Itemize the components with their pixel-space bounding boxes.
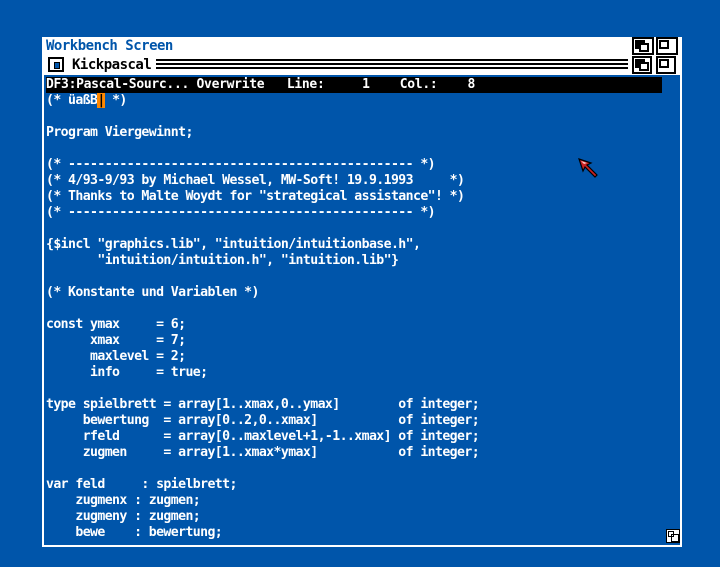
code-line: (* üaßB| *) <box>46 93 676 109</box>
code-line: rfeld = array[0..maxlevel+1,-1..xmax] of… <box>46 429 480 444</box>
window-title: Kickpascal <box>70 56 154 74</box>
code-line: zugmenx : zugmen; <box>46 493 201 508</box>
close-icon[interactable] <box>48 57 64 72</box>
editor-status-bar: DF3:Pascal-Sourc... Overwrite Line: 1 Co… <box>46 77 662 93</box>
code-text: (* üaßB <box>46 93 98 108</box>
code-line: bewe : bewertung; <box>46 525 223 540</box>
code-line: (* Konstante und Variablen *) <box>46 285 259 300</box>
text-cursor: | <box>97 93 105 108</box>
code-line: "intuition/intuition.h", "intuition.lib"… <box>46 253 399 268</box>
screen-depth-front-icon[interactable] <box>656 37 678 55</box>
code-line: {$incl "graphics.lib", "intuition/intuit… <box>46 237 421 252</box>
code-line: var feld : spielbrett; <box>46 477 237 492</box>
window-depth-back-icon[interactable] <box>632 56 652 74</box>
code-line: (* Thanks to Malte Woydt for "strategica… <box>46 189 465 204</box>
code-line: bewertung = array[0..2,0..xmax] of integ… <box>46 413 480 428</box>
code-text-tail: *) <box>104 93 127 108</box>
code-line: info = true; <box>46 365 208 380</box>
editor-window: Kickpascal DF3:Pascal-Sourc... Overwrite… <box>42 55 682 547</box>
code-line: maxlevel = 2; <box>46 349 186 364</box>
code-line: const ymax = 6; <box>46 317 186 332</box>
window-title-bar[interactable]: Kickpascal <box>44 55 680 75</box>
code-line: Program Viergewinnt; <box>46 125 193 140</box>
code-line: (* -------------------------------------… <box>46 205 436 220</box>
screen-depth-icon[interactable] <box>632 37 654 55</box>
screen-title-bar[interactable]: Workbench Screen <box>42 37 682 55</box>
window-zoom-icon[interactable] <box>656 56 676 74</box>
code-line: xmax = 7; <box>46 333 186 348</box>
mouse-pointer-icon <box>578 158 598 178</box>
code-line: zugmeny : zugmen; <box>46 509 201 524</box>
code-line: zugmen = array[1..xmax*ymax] of integer; <box>46 445 480 460</box>
title-bar-drag-stripes[interactable] <box>156 59 628 71</box>
resize-icon[interactable] <box>666 529 680 543</box>
code-line: type spielbrett = array[1..xmax,0..ymax]… <box>46 397 480 412</box>
screen-title: Workbench Screen <box>46 38 173 54</box>
